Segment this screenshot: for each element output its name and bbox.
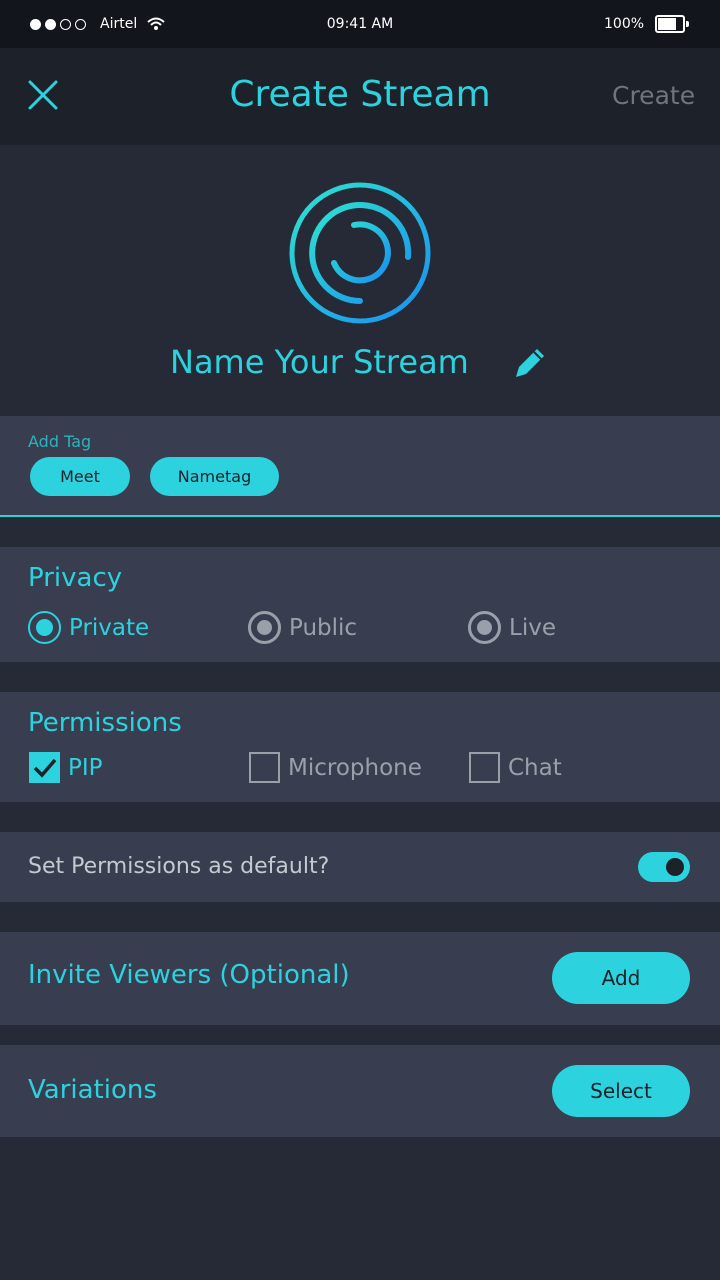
checkbox-icon bbox=[249, 752, 280, 783]
stream-hero: Name Your Stream bbox=[0, 145, 720, 416]
privacy-option-private[interactable]: Private bbox=[28, 611, 149, 644]
add-viewers-button[interactable]: Add bbox=[552, 952, 690, 1004]
privacy-title: Privacy bbox=[28, 563, 123, 593]
status-bar: Airtel 09:41 AM 100% bbox=[0, 0, 720, 48]
privacy-option-live[interactable]: Live bbox=[468, 611, 556, 644]
tag-chip[interactable]: Nametag bbox=[150, 457, 279, 496]
variations-label: Variations bbox=[28, 1075, 157, 1105]
invite-viewers-label: Invite Viewers (Optional) bbox=[28, 960, 350, 990]
permissions-title: Permissions bbox=[28, 708, 182, 738]
tags-section: Add Tag Meet Nametag bbox=[0, 416, 720, 517]
permission-option-chat[interactable]: Chat bbox=[469, 752, 562, 783]
stream-name[interactable]: Name Your Stream bbox=[170, 343, 469, 381]
invite-viewers-row: Invite Viewers (Optional) Add bbox=[0, 932, 720, 1025]
variations-row: Variations Select bbox=[0, 1045, 720, 1137]
default-permissions-row: Set Permissions as default? bbox=[0, 832, 720, 902]
select-variations-button[interactable]: Select bbox=[552, 1065, 690, 1117]
battery-percent: 100% bbox=[604, 16, 645, 32]
battery-icon bbox=[655, 15, 689, 33]
permission-option-microphone[interactable]: Microphone bbox=[249, 752, 422, 783]
radio-selected-icon bbox=[28, 611, 61, 644]
privacy-option-public[interactable]: Public bbox=[248, 611, 357, 644]
checkbox-icon bbox=[469, 752, 500, 783]
privacy-section: Privacy Private Public Live bbox=[0, 547, 720, 662]
checkbox-checked-icon bbox=[29, 752, 60, 783]
default-permissions-toggle[interactable] bbox=[638, 852, 690, 882]
add-tag-label[interactable]: Add Tag bbox=[28, 432, 91, 451]
create-button[interactable]: Create bbox=[612, 81, 695, 110]
tag-chip[interactable]: Meet bbox=[30, 457, 130, 496]
pencil-icon[interactable] bbox=[510, 343, 550, 383]
nav-bar: Create Stream Create bbox=[0, 48, 720, 145]
permission-option-pip[interactable]: PIP bbox=[29, 752, 103, 783]
permissions-section: Permissions PIP Microphone Chat bbox=[0, 692, 720, 802]
stream-logo-icon bbox=[284, 179, 436, 329]
radio-icon bbox=[468, 611, 501, 644]
radio-icon bbox=[248, 611, 281, 644]
default-permissions-label: Set Permissions as default? bbox=[28, 854, 330, 879]
